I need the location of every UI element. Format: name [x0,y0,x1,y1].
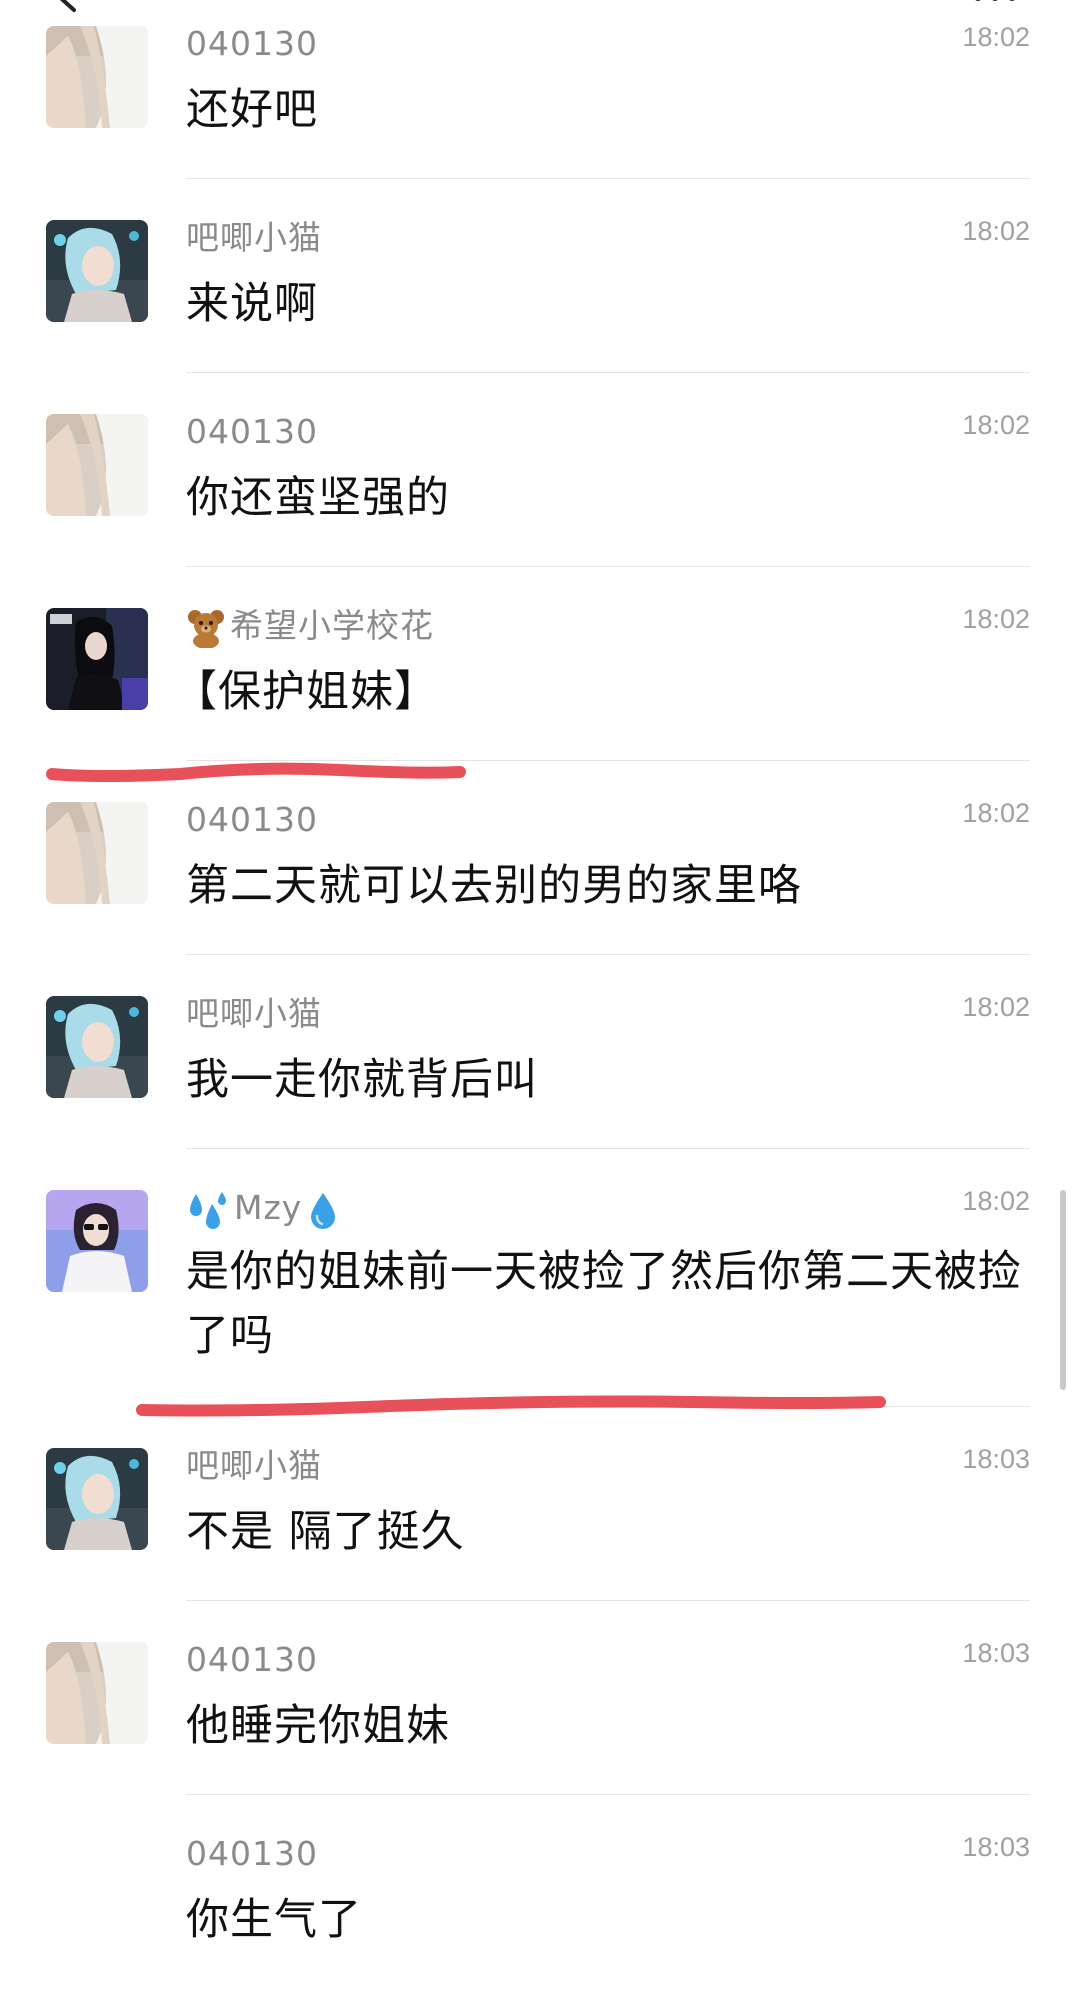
message-time: 18:02 [962,992,1030,1022]
divider [186,178,1030,179]
avatar[interactable] [46,996,148,1098]
back-arrow-icon[interactable] [50,0,80,14]
message-text: 你生气了 [186,1895,362,1945]
message-text: 我一走你就背后叫 [186,1055,538,1105]
avatar[interactable] [46,414,148,516]
avatar[interactable] [46,1642,148,1744]
divider [186,954,1030,955]
divider [186,566,1030,567]
message-time: 18:02 [962,216,1030,246]
avatar[interactable] [46,608,148,710]
sender-name-text: 希望小学校花 [230,606,434,645]
message-text: 是你的姐妹前一天被捡了然后你第二天被捡了吗 [186,1247,1022,1361]
message-text: 第二天就可以去别的男的家里咯 [186,861,802,911]
red-underline-annotation [136,1395,886,1417]
teddy-bear-icon [188,609,224,648]
droplet-icon [311,1192,336,1229]
divider [186,1794,1030,1795]
sender-name-text: Mzy [234,1188,303,1227]
divider [186,1406,1030,1407]
avatar[interactable] [46,1448,148,1550]
avatar[interactable] [46,26,148,128]
message-time: 18:03 [962,1832,1030,1862]
divider [186,1600,1030,1601]
sender-name: 040130 [186,24,318,63]
sender-name: 希望小学校花 [186,606,434,648]
message-text: 他睡完你姐妹 [186,1701,450,1751]
message-time: 18:02 [962,1186,1030,1216]
more-icon[interactable] [972,0,1018,4]
message-time: 18:02 [962,604,1030,634]
sender-name: 吧唧小猫 [186,218,322,257]
sender-name: 040130 [186,1834,318,1873]
message-time: 18:02 [962,22,1030,52]
avatar[interactable] [46,802,148,904]
message-time: 18:02 [962,798,1030,828]
message-time: 18:02 [962,410,1030,440]
message-text: 你还蛮坚强的 [186,473,450,523]
divider [186,372,1030,373]
sweat-droplets-icon [190,1191,226,1229]
sender-name: 040130 [186,1640,318,1679]
avatar[interactable] [46,1190,148,1292]
message-text: 不是 隔了挺久 [186,1507,465,1557]
sender-name: 040130 [186,800,318,839]
divider [186,1148,1030,1149]
sender-name: 吧唧小猫 [186,994,322,1033]
avatar[interactable] [46,220,148,322]
message-text: 【保护姐妹】 [174,667,438,717]
sender-name: Mzy [186,1188,342,1230]
message-time: 18:03 [962,1444,1030,1474]
sender-name: 吧唧小猫 [186,1446,322,1485]
message-text: 还好吧 [186,85,318,135]
sender-name: 040130 [186,412,318,451]
message-time: 18:03 [962,1638,1030,1668]
divider [186,760,1030,761]
scrollbar[interactable] [1060,1190,1066,1390]
message-text: 来说啊 [186,279,318,329]
chat-screen: 040130 18:02 还好吧 吧唧小猫 18:02 来说啊 040130 1… [0,0,1080,1998]
